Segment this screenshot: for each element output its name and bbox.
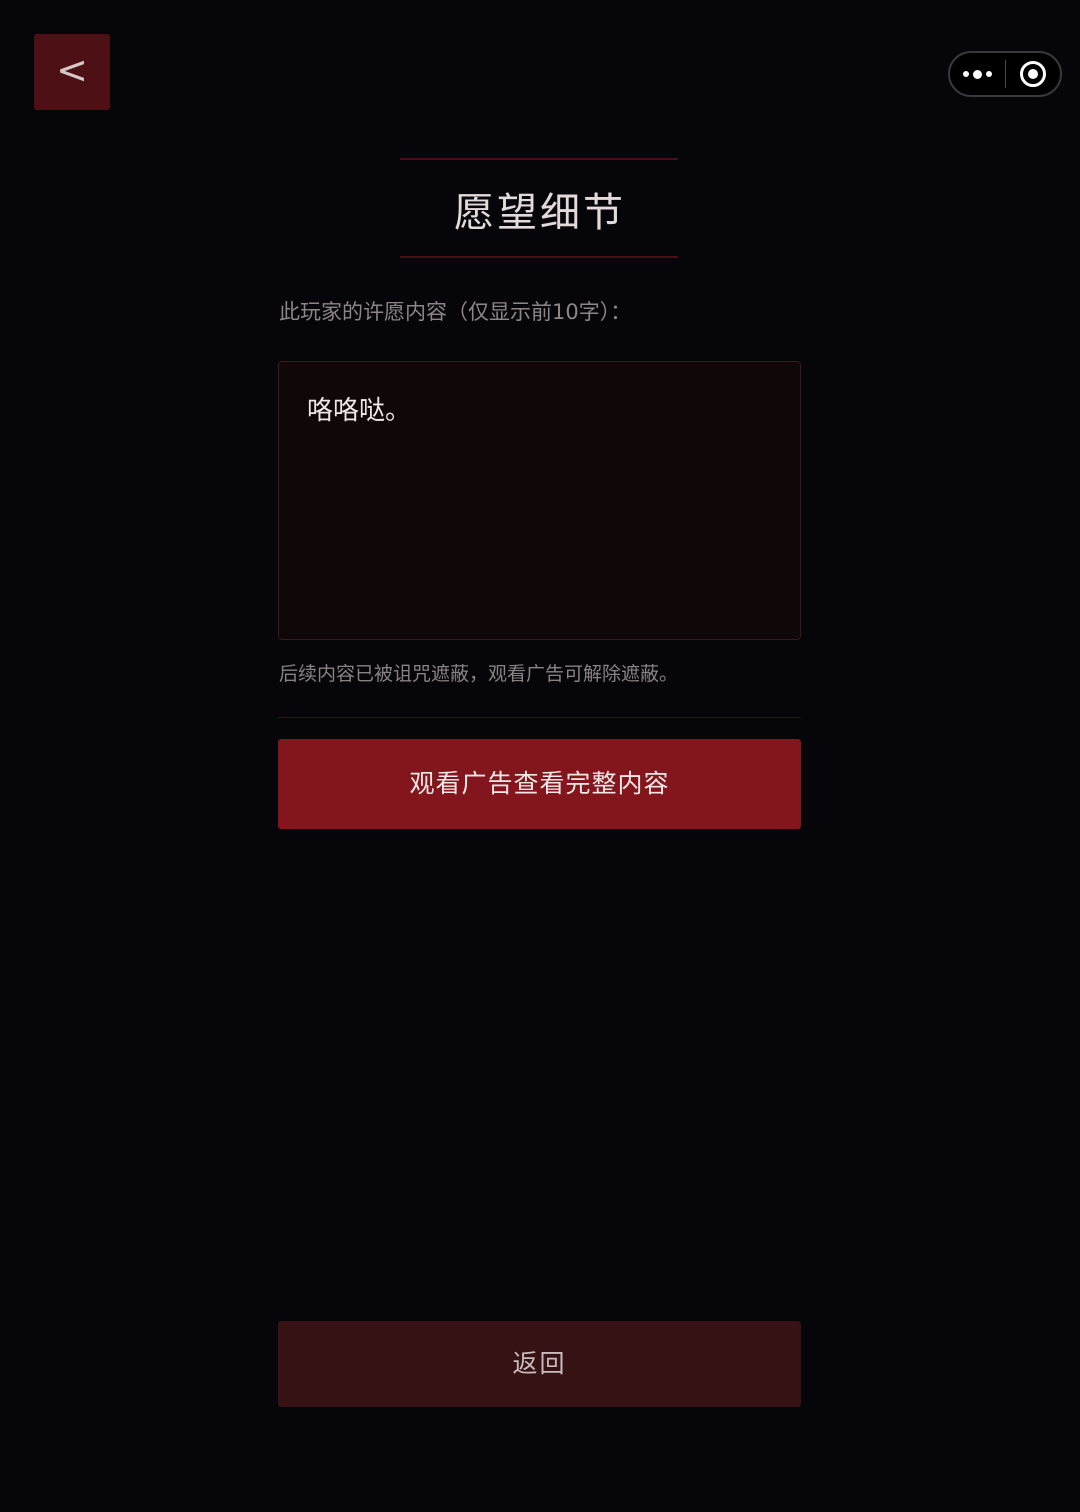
dot [962,71,969,77]
curse-hint-text: 后续内容已被诅咒遮蔽，观看广告可解除遮蔽。 [279,663,679,685]
wish-content-box: 咯咯哒。 [278,361,801,640]
mini-program-capsule [948,51,1062,97]
return-button[interactable]: 返回 [278,1321,801,1407]
title-top-line [400,158,678,160]
dot [985,71,992,77]
section-divider [278,717,801,718]
wish-content-label: 此玩家的许愿内容（仅显示前10字）： [279,300,632,324]
ring-core [1027,69,1038,79]
wish-detail-page: < 愿望细节 此玩家的许愿内容（仅显示前10字）： 咯咯哒。 后续内容已被诅咒遮… [0,0,1080,1512]
page-title: 愿望细节 [454,190,626,236]
dot [972,69,982,79]
wish-content-text: 咯咯哒。 [307,396,412,426]
back-button[interactable]: < [34,34,110,110]
title-bottom-line [400,256,678,258]
more-dots-icon[interactable] [950,53,1005,95]
watch-ad-button[interactable]: 观看广告查看完整内容 [278,739,801,829]
target-circle-icon[interactable] [1005,53,1060,95]
ring [1019,61,1046,87]
